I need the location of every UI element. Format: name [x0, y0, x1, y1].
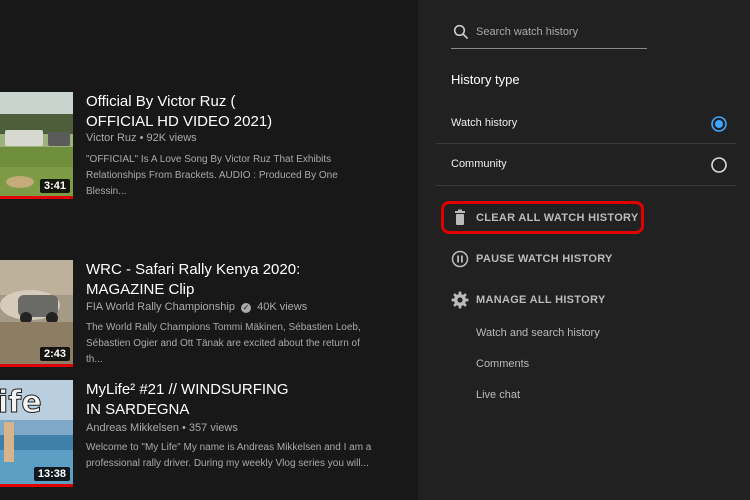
history-type-title: History type	[451, 72, 520, 87]
video-item[interactable]: ife 13:38 MyLife² #21 // WINDSURFING IN …	[0, 380, 418, 488]
search-history-field[interactable]: Search watch history	[451, 20, 647, 49]
pause-icon	[451, 250, 469, 268]
video-meta: FIA World Rally Championship ✓ 40K views	[86, 301, 307, 313]
video-description: The World Rally Champions Tommi Mäkinen,…	[86, 322, 361, 365]
video-title[interactable]: WRC - Safari Rally Kenya 2020: MAGAZINE …	[86, 260, 306, 300]
radio-label: Community	[451, 158, 507, 170]
video-item[interactable]: 3:41 Official By Victor Ruz ( OFFICIAL H…	[0, 92, 418, 202]
radio-selected-icon[interactable]	[710, 115, 728, 133]
radio-community[interactable]: Community	[451, 155, 731, 175]
radio-label: Watch history	[451, 117, 518, 129]
radio-watch-history[interactable]: Watch history	[451, 114, 731, 134]
video-meta: Victor Ruz • 92K views	[86, 132, 197, 144]
video-duration: 2:43	[39, 347, 70, 361]
pause-history-button[interactable]: PAUSE WATCH HISTORY	[451, 249, 691, 271]
watch-progress-bar	[0, 196, 73, 199]
view-count: 92K views	[146, 132, 197, 144]
video-title[interactable]: Official By Victor Ruz ( OFFICIAL HD VID…	[86, 92, 306, 132]
clear-history-label: CLEAR ALL WATCH HISTORY	[476, 212, 639, 224]
watch-progress-bar	[0, 484, 73, 487]
manage-history-button[interactable]: MANAGE ALL HISTORY	[451, 290, 691, 312]
video-item[interactable]: 2:43 WRC - Safari Rally Kenya 2020: MAGA…	[0, 260, 418, 368]
clear-history-button[interactable]: CLEAR ALL WATCH HISTORY	[451, 208, 691, 230]
channel-name[interactable]: Victor Ruz	[86, 132, 137, 144]
radio-unselected-icon[interactable]	[710, 156, 728, 174]
search-icon	[453, 24, 469, 40]
verified-check-icon: ✓	[241, 303, 252, 313]
link-live-chat[interactable]: Live chat	[476, 389, 520, 401]
video-title[interactable]: MyLife² #21 // WINDSURFING IN SARDEGNA	[86, 380, 306, 420]
video-meta: Andreas Mikkelsen • 357 views	[86, 422, 238, 434]
svg-text:ife: ife	[0, 385, 42, 420]
meta-separator: •	[139, 132, 147, 144]
video-thumbnail[interactable]: ife 13:38	[0, 380, 73, 487]
divider	[436, 185, 736, 186]
manage-history-label: MANAGE ALL HISTORY	[476, 294, 606, 306]
search-placeholder: Search watch history	[476, 26, 579, 38]
divider	[436, 143, 736, 144]
channel-name[interactable]: FIA World Rally Championship	[86, 301, 235, 313]
video-duration: 3:41	[39, 179, 70, 193]
channel-name[interactable]: Andreas Mikkelsen	[86, 422, 179, 434]
link-watch-search-history[interactable]: Watch and search history	[476, 327, 600, 339]
trash-icon	[455, 209, 465, 225]
video-description: Welcome to "My Life" My name is Andreas …	[86, 442, 372, 469]
pause-history-label: PAUSE WATCH HISTORY	[476, 253, 613, 265]
video-description: "OFFICIAL" Is A Love Song By Victor Ruz …	[86, 154, 338, 197]
view-count: 40K views	[257, 301, 308, 313]
gear-icon	[451, 291, 469, 309]
video-list: 3:41 Official By Victor Ruz ( OFFICIAL H…	[0, 0, 418, 500]
link-comments[interactable]: Comments	[476, 358, 529, 370]
video-thumbnail[interactable]: 2:43	[0, 260, 73, 367]
watch-progress-bar	[0, 364, 73, 367]
video-duration: 13:38	[33, 467, 70, 481]
meta-separator: •	[182, 422, 189, 434]
video-thumbnail[interactable]: 3:41	[0, 92, 73, 199]
view-count: 357 views	[188, 422, 238, 434]
